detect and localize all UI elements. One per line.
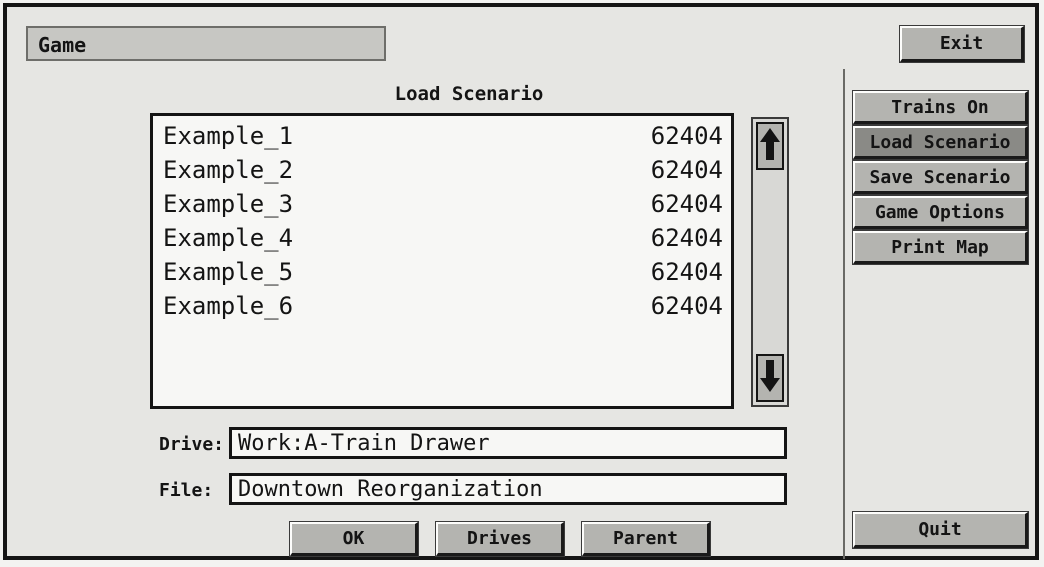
menu-print-map-button[interactable]: Print Map [852, 230, 1029, 265]
menu-load-scenario-button[interactable]: Load Scenario [852, 125, 1029, 160]
file-label: File: [159, 480, 214, 501]
drive-field[interactable]: Work:A-Train Drawer [229, 427, 787, 459]
file-name: Example_5 [163, 258, 294, 286]
file-list-scrollbar[interactable] [751, 117, 789, 407]
file-list[interactable]: Example_1 62404 Example_2 62404 Example_… [150, 113, 734, 409]
file-size: 62404 [650, 292, 723, 320]
list-item[interactable]: Example_2 62404 [163, 156, 723, 190]
file-size: 62404 [650, 190, 723, 218]
list-item[interactable]: Example_6 62404 [163, 292, 723, 326]
scroll-down-button[interactable] [756, 354, 784, 402]
drives-button[interactable]: Drives [435, 521, 565, 557]
panel-divider [843, 69, 845, 559]
down-arrow-icon [759, 358, 781, 398]
file-name: Example_4 [163, 224, 294, 252]
dialog-title: Load Scenario [394, 83, 544, 105]
file-name: Example_1 [163, 122, 294, 150]
quit-button[interactable]: Quit [852, 511, 1029, 549]
drive-label: Drive: [159, 434, 225, 455]
menu-trains-on-button[interactable]: Trains On [852, 90, 1029, 125]
list-item[interactable]: Example_3 62404 [163, 190, 723, 224]
scroll-up-button[interactable] [756, 122, 784, 170]
game-window: Game Exit Trains On Load Scenario Save S… [3, 3, 1039, 560]
file-name: Example_6 [163, 292, 294, 320]
menu-game-options-button[interactable]: Game Options [852, 195, 1029, 230]
ok-button[interactable]: OK [289, 521, 419, 557]
file-name: Example_3 [163, 190, 294, 218]
up-arrow-icon [759, 126, 781, 166]
file-size: 62404 [650, 122, 723, 150]
list-item[interactable]: Example_4 62404 [163, 224, 723, 258]
window-title: Game [26, 26, 386, 61]
file-name: Example_2 [163, 156, 294, 184]
list-item[interactable]: Example_1 62404 [163, 122, 723, 156]
file-size: 62404 [650, 258, 723, 286]
file-field[interactable]: Downtown Reorganization [229, 473, 787, 505]
exit-button[interactable]: Exit [899, 25, 1025, 63]
file-size: 62404 [650, 224, 723, 252]
menu-save-scenario-button[interactable]: Save Scenario [852, 160, 1029, 195]
list-item[interactable]: Example_5 62404 [163, 258, 723, 292]
parent-button[interactable]: Parent [581, 521, 711, 557]
file-size: 62404 [650, 156, 723, 184]
